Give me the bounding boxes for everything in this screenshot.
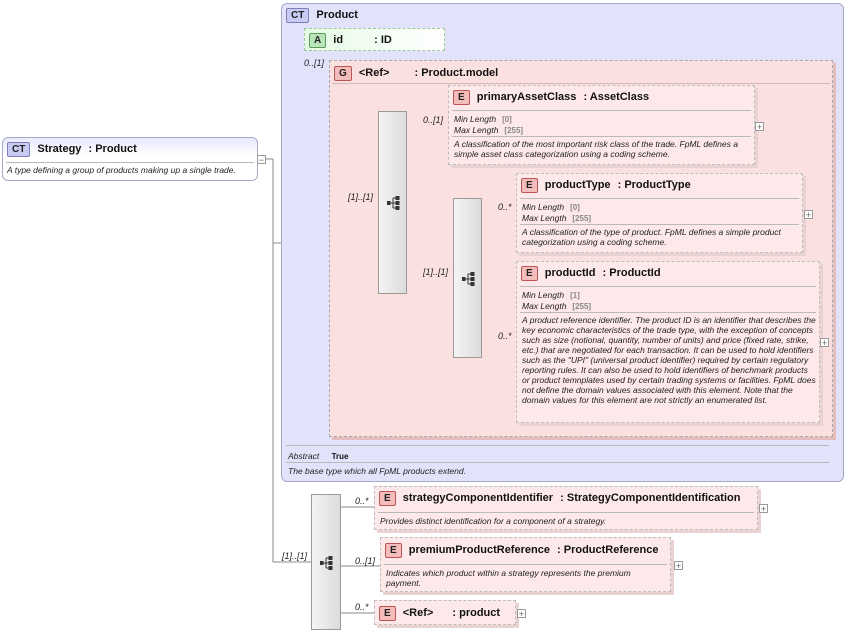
expand-toggle[interactable]: + <box>755 122 764 132</box>
product-ref-element[interactable]: E <Ref> : product <box>374 600 516 625</box>
element-cardinality: 0..* <box>355 496 369 506</box>
facet-label: Max Length <box>522 301 567 311</box>
expand-toggle[interactable]: + <box>820 338 829 348</box>
element-badge: E <box>379 606 396 621</box>
element-badge: E <box>379 491 396 506</box>
sequence-icon <box>462 272 475 286</box>
element-doc: A classification of the most important r… <box>454 139 738 159</box>
facet-label: Min Length <box>522 202 565 212</box>
expand-toggle[interactable]: + <box>804 210 813 220</box>
element-doc: A product reference identifier. The prod… <box>522 315 816 405</box>
expand-toggle[interactable]: + <box>674 561 683 571</box>
strategy-name: Strategy <box>37 143 82 155</box>
facet-label: Max Length <box>454 125 499 135</box>
element-name: productType <box>544 179 611 191</box>
group-name: <Ref> <box>358 67 390 79</box>
id-attribute[interactable]: A id : ID <box>304 28 445 51</box>
sequence-cardinality: [1]..[1] <box>282 551 308 561</box>
facet-value: [255] <box>504 126 524 135</box>
element-name: strategyComponentIdentifier <box>402 492 554 504</box>
abstract-value: True <box>331 452 349 461</box>
sequence-cardinality: [1]..[1] <box>348 192 374 202</box>
product-doc: The base type which all FpML products ex… <box>288 466 466 476</box>
product-id-element[interactable]: E productId : ProductId Min Length [1] Ma… <box>516 261 820 423</box>
premium-product-reference-element[interactable]: E premiumProductReference : ProductRefer… <box>380 537 671 592</box>
element-doc: A classification of the type of product.… <box>522 227 781 247</box>
element-name: premiumProductReference <box>408 544 550 556</box>
abstract-label: Abstract <box>288 451 320 461</box>
collapse-toggle[interactable]: − <box>257 155 266 165</box>
element-badge: E <box>453 90 470 105</box>
id-type: : ID <box>374 34 392 46</box>
sequence-icon <box>320 556 333 570</box>
strategy-complex-type[interactable]: CT Strategy : Product A type defining a … <box>2 137 258 181</box>
product-type-element[interactable]: E productType : ProductType Min Length [0… <box>516 173 803 253</box>
strategy-doc: A type defining a group of products maki… <box>7 165 236 175</box>
facet-label: Min Length <box>522 290 565 300</box>
element-type: : ProductReference <box>557 544 659 556</box>
element-cardinality: 0..* <box>498 202 512 212</box>
primary-asset-class-element[interactable]: E primaryAssetClass : AssetClass Min Len… <box>448 85 755 165</box>
element-type: : AssetClass <box>583 91 650 103</box>
element-cardinality: 0..[1] <box>423 115 444 125</box>
element-badge: E <box>385 543 402 558</box>
facet-value: [0] <box>570 203 580 212</box>
sequence-cardinality: [1]..[1] <box>423 267 449 277</box>
id-name: id <box>333 34 344 46</box>
product-name: Product <box>316 9 358 21</box>
strategy-component-identifier-element[interactable]: E strategyComponentIdentifier : Strategy… <box>374 486 758 530</box>
sequence-icon <box>387 196 400 210</box>
facet-value: [255] <box>572 302 592 311</box>
complex-type-badge: CT <box>7 142 31 157</box>
element-cardinality: 0..[1] <box>355 556 376 566</box>
element-doc: Indicates which product within a strateg… <box>386 568 631 588</box>
element-type: : ProductType <box>617 179 691 191</box>
group-badge: G <box>334 66 352 81</box>
element-name: <Ref> <box>402 607 434 619</box>
strategy-type: : Product <box>88 143 137 155</box>
sequence-compositor[interactable] <box>453 198 482 358</box>
element-badge: E <box>521 178 538 193</box>
element-type: : ProductId <box>602 267 661 279</box>
complex-type-badge: CT <box>286 8 310 23</box>
element-badge: E <box>521 266 538 281</box>
facet-value: [1] <box>570 291 580 300</box>
sequence-compositor[interactable] <box>311 494 341 630</box>
sequence-compositor[interactable] <box>378 111 407 294</box>
element-name: primaryAssetClass <box>476 91 577 103</box>
element-cardinality: 0..* <box>355 602 369 612</box>
element-type: : product <box>452 607 501 619</box>
element-cardinality: 0..* <box>498 331 512 341</box>
expand-toggle[interactable]: + <box>759 504 768 514</box>
expand-toggle[interactable]: + <box>517 609 526 619</box>
id-cardinality: 0..[1] <box>304 58 325 68</box>
group-type: : Product.model <box>414 67 499 79</box>
facet-label: Max Length <box>522 213 567 223</box>
facet-value: [0] <box>502 115 512 124</box>
element-doc: Provides distinct identification for a c… <box>380 516 607 526</box>
attribute-badge: A <box>309 33 327 48</box>
element-name: productId <box>544 267 596 279</box>
element-type: : StrategyComponentIdentification <box>560 492 741 504</box>
facet-value: [255] <box>572 214 592 223</box>
facet-label: Min Length <box>454 114 497 124</box>
